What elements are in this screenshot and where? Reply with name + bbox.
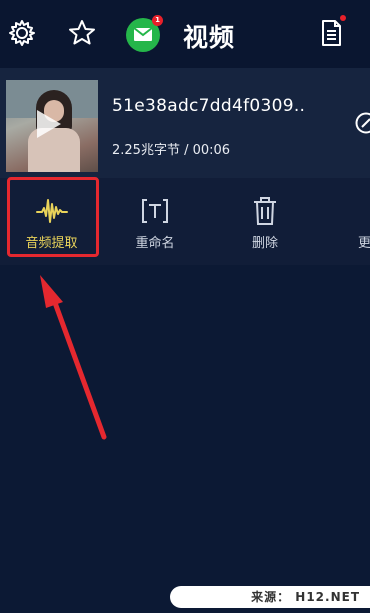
page-title: 视频 [183,23,236,52]
settings-icon[interactable] [7,18,37,48]
annotation-highlight-box [7,177,99,257]
edit-circle-icon[interactable] [355,112,370,134]
play-icon[interactable] [37,110,61,138]
top-bar: 1 视频 [0,0,370,68]
watermark: 来源： H12.NET [170,586,370,608]
video-card[interactable] [0,68,370,178]
more-icon [348,196,370,226]
video-filename: 51e38adc7dd4f0309.. [112,96,306,116]
delete-button[interactable]: 删除 [225,178,305,265]
document-icon[interactable] [316,15,346,48]
more-button[interactable]: 更 [348,178,370,265]
video-thumbnail[interactable] [6,80,98,172]
more-label: 更 [358,236,370,251]
rename-icon [139,196,171,226]
rename-button[interactable]: 重命名 [115,178,195,265]
video-meta: 2.25兆字节 / 00:06 [112,143,231,158]
mail-icon[interactable]: 1 [125,15,163,54]
mail-badge: 1 [152,15,163,26]
rename-label: 重命名 [135,236,175,251]
notification-dot [340,15,346,21]
trash-icon [249,196,281,226]
delete-label: 删除 [251,236,278,251]
star-icon[interactable] [67,18,97,48]
